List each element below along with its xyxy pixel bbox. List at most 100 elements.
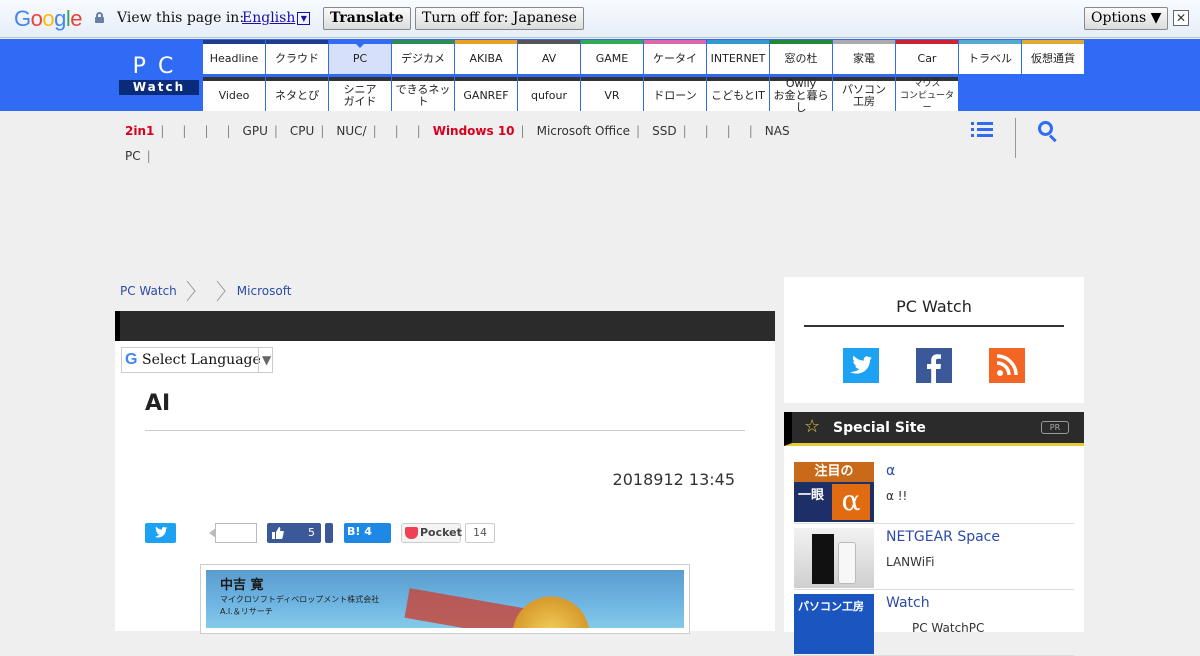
topic-link[interactable]: NUC/: [336, 124, 366, 138]
nav-item[interactable]: AKIBA: [455, 40, 517, 74]
site-nav: Headline クラウド PC デジカメ AKIBA AV GAME ケータイ INTERNE…: [203, 40, 1085, 114]
social-box: PC Watch: [784, 277, 1084, 403]
pocket-icon: [405, 527, 418, 539]
nav-item[interactable]: 家電: [833, 40, 895, 74]
special-site-item[interactable]: 注目の 一眼 α α α !!: [794, 462, 1074, 524]
options-button[interactable]: Options ▼: [1084, 7, 1169, 30]
facebook-like-button[interactable]: 5: [267, 523, 321, 543]
google-logo-letter: e: [70, 6, 83, 31]
topic-separator: |: [704, 124, 709, 138]
nav-item[interactable]: パソコン 工房: [833, 77, 895, 111]
topic-link[interactable]: CPU: [290, 124, 314, 138]
photo-caption-name: 中吉 寛: [220, 578, 264, 593]
special-site-item-title[interactable]: Watch: [886, 595, 930, 611]
translate-button[interactable]: Translate: [323, 7, 411, 30]
nav-item[interactable]: シニア ガイド: [329, 77, 391, 111]
breadcrumb-current[interactable]: Microsoft: [237, 284, 292, 298]
article-date: 2018912 13:45: [612, 470, 735, 489]
pocket-label: Pocket: [420, 526, 462, 539]
twitter-link[interactable]: [843, 348, 879, 383]
lock-icon: [95, 12, 104, 23]
nav-item[interactable]: Owlly お金と暮らし: [770, 77, 832, 114]
google-logo: Google: [14, 6, 83, 32]
nav-item[interactable]: Headline: [203, 40, 265, 74]
pocket-count: 14: [465, 523, 495, 543]
nav-item[interactable]: Car: [896, 40, 958, 74]
special-site-header: ☆ Special Site PR: [784, 412, 1084, 446]
topic-separator: |: [636, 124, 641, 138]
topic-link[interactable]: Windows 10: [433, 124, 515, 138]
special-site-title: Special Site: [833, 420, 926, 436]
search-icon[interactable]: [1038, 121, 1058, 143]
tweet-button[interactable]: [145, 523, 176, 543]
chevron-down-icon: ▼: [258, 348, 271, 372]
topic-separator: |: [320, 124, 325, 138]
nav-item[interactable]: できるネット: [392, 77, 454, 111]
language-select[interactable]: English ▼: [242, 10, 311, 26]
nav-item[interactable]: AV: [518, 40, 580, 74]
article: G Select Language ▼ AI 2018912 13:45 5 B…: [115, 311, 775, 634]
topic-link[interactable]: Microsoft Office: [537, 124, 630, 138]
topic-separator: |: [520, 124, 525, 138]
nav-item[interactable]: ネタとぴ: [266, 77, 328, 111]
nav-item[interactable]: Video: [203, 77, 265, 111]
nav-item[interactable]: ドローン: [644, 77, 706, 111]
topic-link[interactable]: NAS: [765, 124, 790, 138]
hatena-bookmark-button[interactable]: B! 4: [344, 523, 391, 543]
nav-item[interactable]: マウス コンピューター: [896, 77, 958, 113]
nav-item[interactable]: VR: [581, 77, 643, 111]
article-photo[interactable]: 中吉 寛 マイクロソフトディベロップメント株式会社 A.I.＆リサーチ: [200, 564, 690, 634]
rss-link[interactable]: [989, 348, 1025, 383]
nav-item[interactable]: デジカメ: [392, 40, 454, 74]
topic-link[interactable]: GPU: [243, 124, 268, 138]
topic-separator: |: [160, 124, 165, 138]
nav-item[interactable]: PC: [329, 40, 391, 74]
topic-separator: |: [273, 124, 278, 138]
topic-separator: |: [682, 124, 687, 138]
breadcrumb: PC Watch Microsoft: [120, 280, 291, 302]
nav-item[interactable]: トラベル: [959, 40, 1021, 74]
twitter-icon: [155, 526, 168, 538]
topic-separator: |: [146, 149, 151, 163]
nav-item[interactable]: 窓の杜: [770, 40, 832, 74]
thumbs-up-icon: [272, 527, 284, 539]
special-site-item-title[interactable]: α: [886, 463, 895, 479]
close-icon[interactable]: ✕: [1173, 10, 1189, 26]
photo-caption-dept: A.I.＆リサーチ: [220, 607, 273, 616]
facebook-like-count: 5: [308, 526, 315, 539]
pocket-button[interactable]: Pocket: [401, 523, 462, 543]
topic-nav: 2in1 | | | | GPU | CPU | NUC/ | | | Windows 10 | Micros…: [125, 119, 955, 169]
google-logo-letter: o: [30, 6, 43, 31]
special-site-item[interactable]: NETGEAR Space LANWiFi: [794, 528, 1074, 590]
topic-link[interactable]: SSD: [652, 124, 676, 138]
select-language-dropdown[interactable]: G Select Language ▼: [121, 347, 273, 373]
facebook-share-button[interactable]: [325, 523, 333, 543]
special-site-item[interactable]: パソコン工房 Watch PC WatchPC: [794, 594, 1074, 656]
topic-separator: |: [372, 124, 377, 138]
chevron-right-icon: [216, 280, 226, 302]
nav-item[interactable]: GANREF: [455, 77, 517, 111]
facebook-icon: [927, 354, 941, 383]
nav-item[interactable]: GAME: [581, 40, 643, 74]
topic-separator: |: [182, 124, 187, 138]
special-site-thumb: [794, 528, 874, 588]
topic-separator: |: [748, 124, 753, 138]
topic-link[interactable]: 2in1: [125, 124, 154, 138]
nav-item[interactable]: 仮想通貨: [1022, 40, 1084, 74]
google-translate-bar: Google View this page in: English ▼ Trans…: [0, 0, 1200, 38]
special-site-item-title[interactable]: NETGEAR Space: [886, 529, 1000, 545]
nav-item[interactable]: INTERNET: [707, 40, 769, 74]
turn-off-button[interactable]: Turn off for: Japanese: [415, 7, 584, 30]
breadcrumb-home[interactable]: PC Watch: [120, 284, 177, 298]
nav-item[interactable]: クラウド: [266, 40, 328, 74]
nav-item[interactable]: qufour: [518, 77, 580, 111]
special-site-box: ☆ Special Site PR 注目の 一眼 α α α !! NETGEA…: [784, 412, 1084, 656]
topic-link[interactable]: PC: [125, 149, 141, 163]
social-box-title: PC Watch: [896, 297, 972, 316]
facebook-link[interactable]: [916, 348, 952, 383]
nav-item[interactable]: こどもとIT: [707, 77, 769, 111]
pc-watch-logo[interactable]: PC Watch: [119, 53, 199, 95]
menu-icon[interactable]: [971, 122, 993, 138]
nav-item[interactable]: ケータイ: [644, 40, 706, 74]
translate-prompt: View this page in:: [117, 10, 245, 26]
